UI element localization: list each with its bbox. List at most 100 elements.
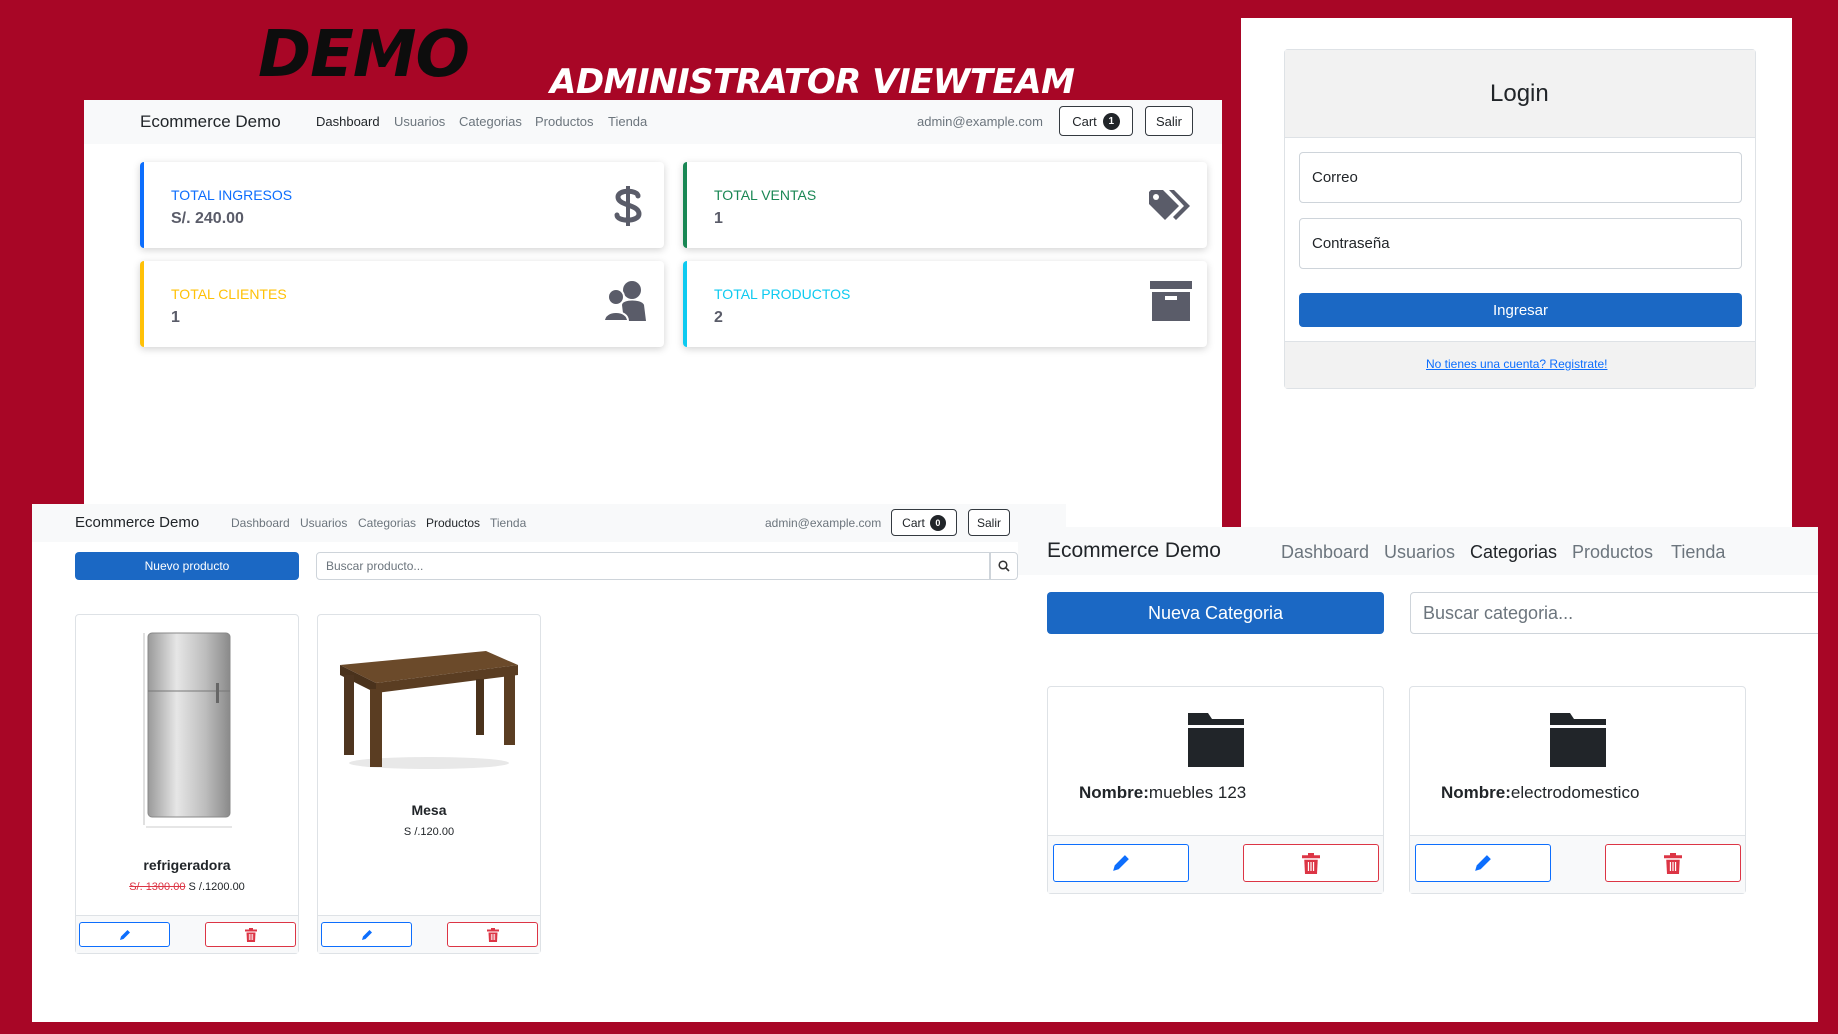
product-card: refrigeradora S/. 1300.00 S /.1200.00 xyxy=(75,614,299,954)
search-button[interactable] xyxy=(990,552,1018,580)
nav-categorias[interactable]: Categorias xyxy=(358,516,416,530)
stat-card-ingresos: TOTAL INGRESOS S/. 240.00 xyxy=(140,162,664,248)
stat-value: 2 xyxy=(714,309,723,326)
cart-button[interactable]: Cart 1 xyxy=(1059,106,1133,136)
edit-button[interactable] xyxy=(1415,844,1551,882)
trash-icon xyxy=(1302,852,1320,874)
dashboard-navbar: Ecommerce Demo Dashboard Usuarios Catego… xyxy=(84,100,1222,144)
category-card: Nombre:muebles 123 xyxy=(1047,686,1384,894)
user-email: admin@example.com xyxy=(765,516,882,530)
category-name: electrodomestico xyxy=(1510,783,1640,802)
pencil-icon xyxy=(1113,855,1129,871)
register-link[interactable]: No tienes una cuenta? Registrate! xyxy=(1426,357,1607,371)
stat-label: TOTAL INGRESOS xyxy=(171,187,293,203)
refrigerator-image xyxy=(143,632,232,828)
archive-icon xyxy=(1150,281,1192,321)
navbar-brand[interactable]: Ecommerce Demo xyxy=(1047,539,1221,563)
category-card: Nombre:electrodomestico xyxy=(1409,686,1746,894)
cart-button[interactable]: Cart 0 xyxy=(891,509,957,536)
categories-panel: Ecommerce Demo Dashboard Usuarios Catego… xyxy=(1018,527,1818,1022)
cart-label: Cart xyxy=(902,515,925,530)
login-card: Login Correo Contraseña Ingresar No tien… xyxy=(1284,49,1756,389)
nav-productos[interactable]: Productos xyxy=(535,114,594,129)
nav-categorias[interactable]: Categorias xyxy=(1470,542,1557,563)
category-search-input[interactable]: Buscar categoria... xyxy=(1410,592,1818,634)
email-field[interactable]: Correo xyxy=(1299,152,1742,203)
nav-tienda[interactable]: Tienda xyxy=(608,114,647,129)
login-panel: Login Correo Contraseña Ingresar No tien… xyxy=(1241,18,1792,538)
category-name-row: Nombre:muebles 123 xyxy=(1079,783,1246,803)
delete-button[interactable] xyxy=(1243,844,1379,882)
card-footer xyxy=(1410,835,1745,893)
stat-value: S/. 240.00 xyxy=(171,210,244,227)
stat-value: 1 xyxy=(171,309,180,326)
product-card: Mesa S /.120.00 xyxy=(317,614,541,954)
pencil-icon xyxy=(361,929,372,940)
login-submit-button[interactable]: Ingresar xyxy=(1299,293,1742,327)
nav-categorias[interactable]: Categorias xyxy=(459,114,522,129)
categories-navbar: Ecommerce Demo Dashboard Usuarios Catego… xyxy=(1018,527,1818,575)
stat-label: TOTAL PRODUCTOS xyxy=(714,286,851,302)
search-icon xyxy=(998,560,1010,572)
dollar-icon xyxy=(614,186,642,226)
category-name-row: Nombre:electrodomestico xyxy=(1441,783,1639,803)
delete-button[interactable] xyxy=(447,922,538,947)
tags-icon xyxy=(1149,190,1190,220)
products-panel: Ecommerce Demo Dashboard Usuarios Catego… xyxy=(32,504,1066,1022)
nav-dashboard[interactable]: Dashboard xyxy=(316,114,380,129)
new-product-button[interactable]: Nuevo producto xyxy=(75,552,299,580)
delete-button[interactable] xyxy=(205,922,296,947)
stat-label: TOTAL CLIENTES xyxy=(171,286,287,302)
stat-value: 1 xyxy=(714,210,723,227)
product-name: refrigeradora xyxy=(143,857,231,873)
cart-count-badge: 1 xyxy=(1102,112,1120,130)
edit-button[interactable] xyxy=(1053,844,1189,882)
edit-button[interactable] xyxy=(79,922,170,947)
price: S /.1200.00 xyxy=(188,881,245,893)
nav-tienda[interactable]: Tienda xyxy=(490,516,526,530)
login-title: Login xyxy=(1490,80,1549,107)
trash-icon xyxy=(244,927,257,942)
admin-subtitle: ADMINISTRATOR VIEWTEAM xyxy=(550,62,1075,102)
nav-dashboard[interactable]: Dashboard xyxy=(1281,542,1369,563)
users-icon xyxy=(602,281,646,322)
delete-button[interactable] xyxy=(1605,844,1741,882)
stat-card-ventas: TOTAL VENTAS 1 xyxy=(683,162,1207,248)
nav-dashboard[interactable]: Dashboard xyxy=(231,516,290,530)
price-row: S/. 1300.00 S /.1200.00 xyxy=(76,881,298,893)
stat-label: TOTAL VENTAS xyxy=(714,187,817,203)
products-navbar: Ecommerce Demo Dashboard Usuarios Catego… xyxy=(32,504,1066,542)
navbar-brand[interactable]: Ecommerce Demo xyxy=(75,514,199,531)
folder-icon xyxy=(1550,713,1606,767)
old-price: S/. 1300.00 xyxy=(129,881,186,893)
category-name: muebles 123 xyxy=(1148,783,1247,802)
product-search-input[interactable]: Buscar producto... xyxy=(316,552,990,580)
nav-tienda[interactable]: Tienda xyxy=(1671,542,1725,563)
table-image xyxy=(340,651,518,769)
password-field[interactable]: Contraseña xyxy=(1299,218,1742,269)
nav-usuarios[interactable]: Usuarios xyxy=(394,114,445,129)
cart-label: Cart xyxy=(1072,113,1097,129)
pencil-icon xyxy=(119,929,130,940)
folder-icon xyxy=(1188,713,1244,767)
dashboard-panel: Ecommerce Demo Dashboard Usuarios Catego… xyxy=(84,100,1222,540)
stat-card-clientes: TOTAL CLIENTES 1 xyxy=(140,261,664,347)
logout-button[interactable]: Salir xyxy=(1145,106,1193,136)
category-name-label: Nombre: xyxy=(1441,783,1511,802)
nav-usuarios[interactable]: Usuarios xyxy=(300,516,347,530)
nav-productos[interactable]: Productos xyxy=(426,516,480,530)
pencil-icon xyxy=(1475,855,1491,871)
user-email: admin@example.com xyxy=(917,114,1043,129)
nav-productos[interactable]: Productos xyxy=(1572,542,1653,563)
navbar-brand[interactable]: Ecommerce Demo xyxy=(140,112,281,132)
category-name-label: Nombre: xyxy=(1079,783,1149,802)
cart-count-badge: 0 xyxy=(929,514,946,531)
stat-card-productos: TOTAL PRODUCTOS 2 xyxy=(683,261,1207,347)
nav-usuarios[interactable]: Usuarios xyxy=(1384,542,1455,563)
demo-title: DEMO xyxy=(258,18,470,92)
logout-button[interactable]: Salir xyxy=(968,509,1010,536)
card-footer xyxy=(76,915,298,953)
new-category-button[interactable]: Nueva Categoria xyxy=(1047,592,1384,634)
card-footer xyxy=(1048,835,1383,893)
edit-button[interactable] xyxy=(321,922,412,947)
